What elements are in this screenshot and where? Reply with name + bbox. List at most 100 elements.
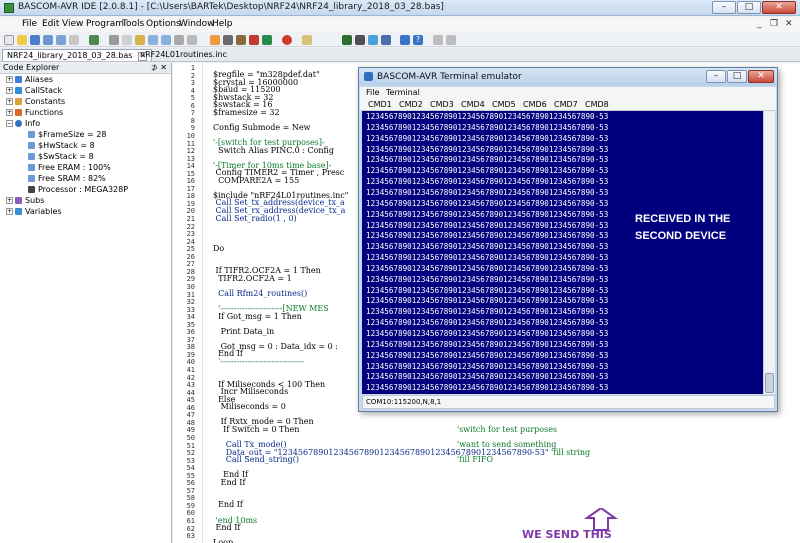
stop-icon[interactable] [282, 35, 292, 45]
maximize-button[interactable]: □ [737, 1, 761, 14]
code-line[interactable]: Call Set_radio(1 , 0) [213, 214, 297, 223]
tree-item-free-eram[interactable]: Free ERAM : 100% [28, 163, 111, 172]
tab-include-file[interactable]: nRF24L01routines.inc [136, 49, 231, 61]
terminal-close-button[interactable]: ✕ [748, 70, 774, 83]
new-file-icon[interactable] [4, 35, 14, 45]
tree-item-constants[interactable]: + Constants [6, 97, 65, 106]
open-folder-icon[interactable] [17, 35, 27, 45]
menu-options[interactable]: Options [146, 19, 181, 29]
terminal-minimize-button[interactable]: – [706, 70, 726, 83]
menu-tools[interactable]: Tools [122, 19, 144, 29]
expand-icon[interactable]: + [6, 76, 13, 83]
tree-item-variables[interactable]: + Variables [6, 207, 62, 216]
tree-item-framesize[interactable]: $FrameSize = 28 [28, 130, 106, 139]
menu-file[interactable]: File [22, 19, 37, 29]
code-line[interactable]: COMPARE2A = 155 [213, 176, 299, 185]
cmd3-button[interactable]: CMD3 [430, 100, 454, 109]
tree-item-hwstack[interactable]: $HwStack = 8 [28, 141, 95, 150]
terminal-menu-file[interactable]: File [366, 88, 379, 97]
terminal-menu-terminal[interactable]: Terminal [386, 88, 420, 97]
code-line[interactable]: Print Data_in [213, 327, 275, 336]
code-line[interactable]: 'switch for test purposes [457, 425, 557, 434]
cut-icon[interactable] [109, 35, 119, 45]
unindent-icon[interactable] [161, 35, 171, 45]
cmd7-button[interactable]: CMD7 [554, 100, 578, 109]
replace-icon[interactable] [187, 35, 197, 45]
code-line[interactable]: Do [213, 244, 224, 253]
tree-item-processor[interactable]: Processor : MEGA328P [28, 185, 128, 194]
pin-icon[interactable]: ⊅ ✕ [151, 63, 167, 72]
code-line[interactable]: End If [213, 523, 241, 532]
print-icon[interactable] [89, 35, 99, 45]
tab-main-file[interactable]: NRF24_library_2018_03_28.bas ✕ [2, 49, 153, 61]
menu-window[interactable]: Window [179, 19, 215, 29]
syntax-check-icon[interactable] [223, 35, 233, 45]
code-line[interactable]: Config Submode = New [213, 123, 310, 132]
code-line[interactable]: Call Rfm24_routines() [213, 289, 307, 298]
help-topic-icon[interactable] [400, 35, 410, 45]
tree-item-free-sram[interactable]: Free SRAM : 82% [28, 174, 106, 183]
terminal-screen[interactable]: 1234567890123456789012345678901234567890… [362, 111, 763, 394]
expand-icon[interactable]: + [6, 208, 13, 215]
help-icon[interactable]: ? [413, 35, 423, 45]
code-line[interactable]: $framesize = 32 [213, 108, 280, 117]
cmd4-button[interactable]: CMD4 [461, 100, 485, 109]
goto-icon[interactable] [446, 35, 456, 45]
cmd5-button[interactable]: CMD5 [492, 100, 516, 109]
mdi-close-icon[interactable]: ✕ [785, 19, 793, 29]
tree-item-functions[interactable]: + Functions [6, 108, 63, 117]
code-line[interactable]: 'fill string [551, 448, 590, 457]
simulate-icon[interactable] [249, 35, 259, 45]
code-line[interactable]: Miliseconds = 0 [213, 402, 286, 411]
program-chip-icon[interactable] [236, 35, 246, 45]
code-line[interactable]: Loop [213, 538, 233, 543]
indent-icon[interactable] [148, 35, 158, 45]
terminal-scrollbar[interactable] [763, 111, 775, 394]
code-line[interactable]: TIFR2.OCF2A = 1 [213, 274, 292, 283]
code-line[interactable]: 'fill FIFO [457, 455, 493, 464]
terminal-maximize-button[interactable]: □ [727, 70, 747, 83]
save-all-icon[interactable] [43, 35, 53, 45]
tree-item-callstack[interactable]: + CallStack [6, 86, 62, 95]
cmd2-button[interactable]: CMD2 [399, 100, 423, 109]
scrollbar-thumb[interactable] [765, 373, 774, 393]
layout-icon[interactable] [381, 35, 391, 45]
cmd6-button[interactable]: CMD6 [523, 100, 547, 109]
compile-icon[interactable] [210, 35, 220, 45]
tree-item-info[interactable]: − Info [6, 119, 40, 128]
expand-icon[interactable]: + [6, 87, 13, 94]
mdi-minimize-icon[interactable]: _ [757, 19, 762, 29]
chip-icon[interactable] [342, 35, 352, 45]
tree-item-swstack[interactable]: $SwStack = 8 [28, 152, 94, 161]
find-icon[interactable] [174, 35, 184, 45]
minimize-button[interactable]: – [712, 1, 736, 14]
menu-help[interactable]: Help [212, 19, 233, 29]
code-line[interactable]: End If [213, 478, 246, 487]
terminal-icon[interactable] [262, 35, 272, 45]
code-line[interactable]: '------------------------------- [213, 357, 304, 366]
paste-icon[interactable] [135, 35, 145, 45]
lcd-designer-icon[interactable] [302, 35, 312, 45]
tree-item-aliases[interactable]: + Aliases [6, 75, 53, 84]
menu-view[interactable]: View [62, 19, 83, 29]
menu-program[interactable]: Program [86, 19, 124, 29]
expand-icon[interactable]: + [6, 197, 13, 204]
copy-icon[interactable] [122, 35, 132, 45]
collapse-icon[interactable]: − [6, 120, 13, 127]
memory-icon[interactable] [355, 35, 365, 45]
code-line[interactable]: If Got_msg = 1 Then [213, 312, 302, 321]
expand-icon[interactable]: + [6, 98, 13, 105]
close-file-icon[interactable] [69, 35, 79, 45]
save-icon[interactable] [30, 35, 40, 45]
menu-edit[interactable]: Edit [42, 19, 59, 29]
code-line[interactable]: If Switch = 0 Then [213, 425, 299, 434]
save-as-icon[interactable] [56, 35, 66, 45]
window-icon[interactable] [368, 35, 378, 45]
bookmark-icon[interactable] [433, 35, 443, 45]
code-line[interactable]: Switch Alias PINC.0 : Config [213, 146, 334, 155]
cmd8-button[interactable]: CMD8 [585, 100, 609, 109]
mdi-restore-icon[interactable]: ❐ [770, 19, 778, 29]
close-button[interactable]: ✕ [762, 1, 796, 14]
tree-item-subs[interactable]: + Subs [6, 196, 44, 205]
code-line[interactable]: Call Send_string() [213, 455, 299, 464]
